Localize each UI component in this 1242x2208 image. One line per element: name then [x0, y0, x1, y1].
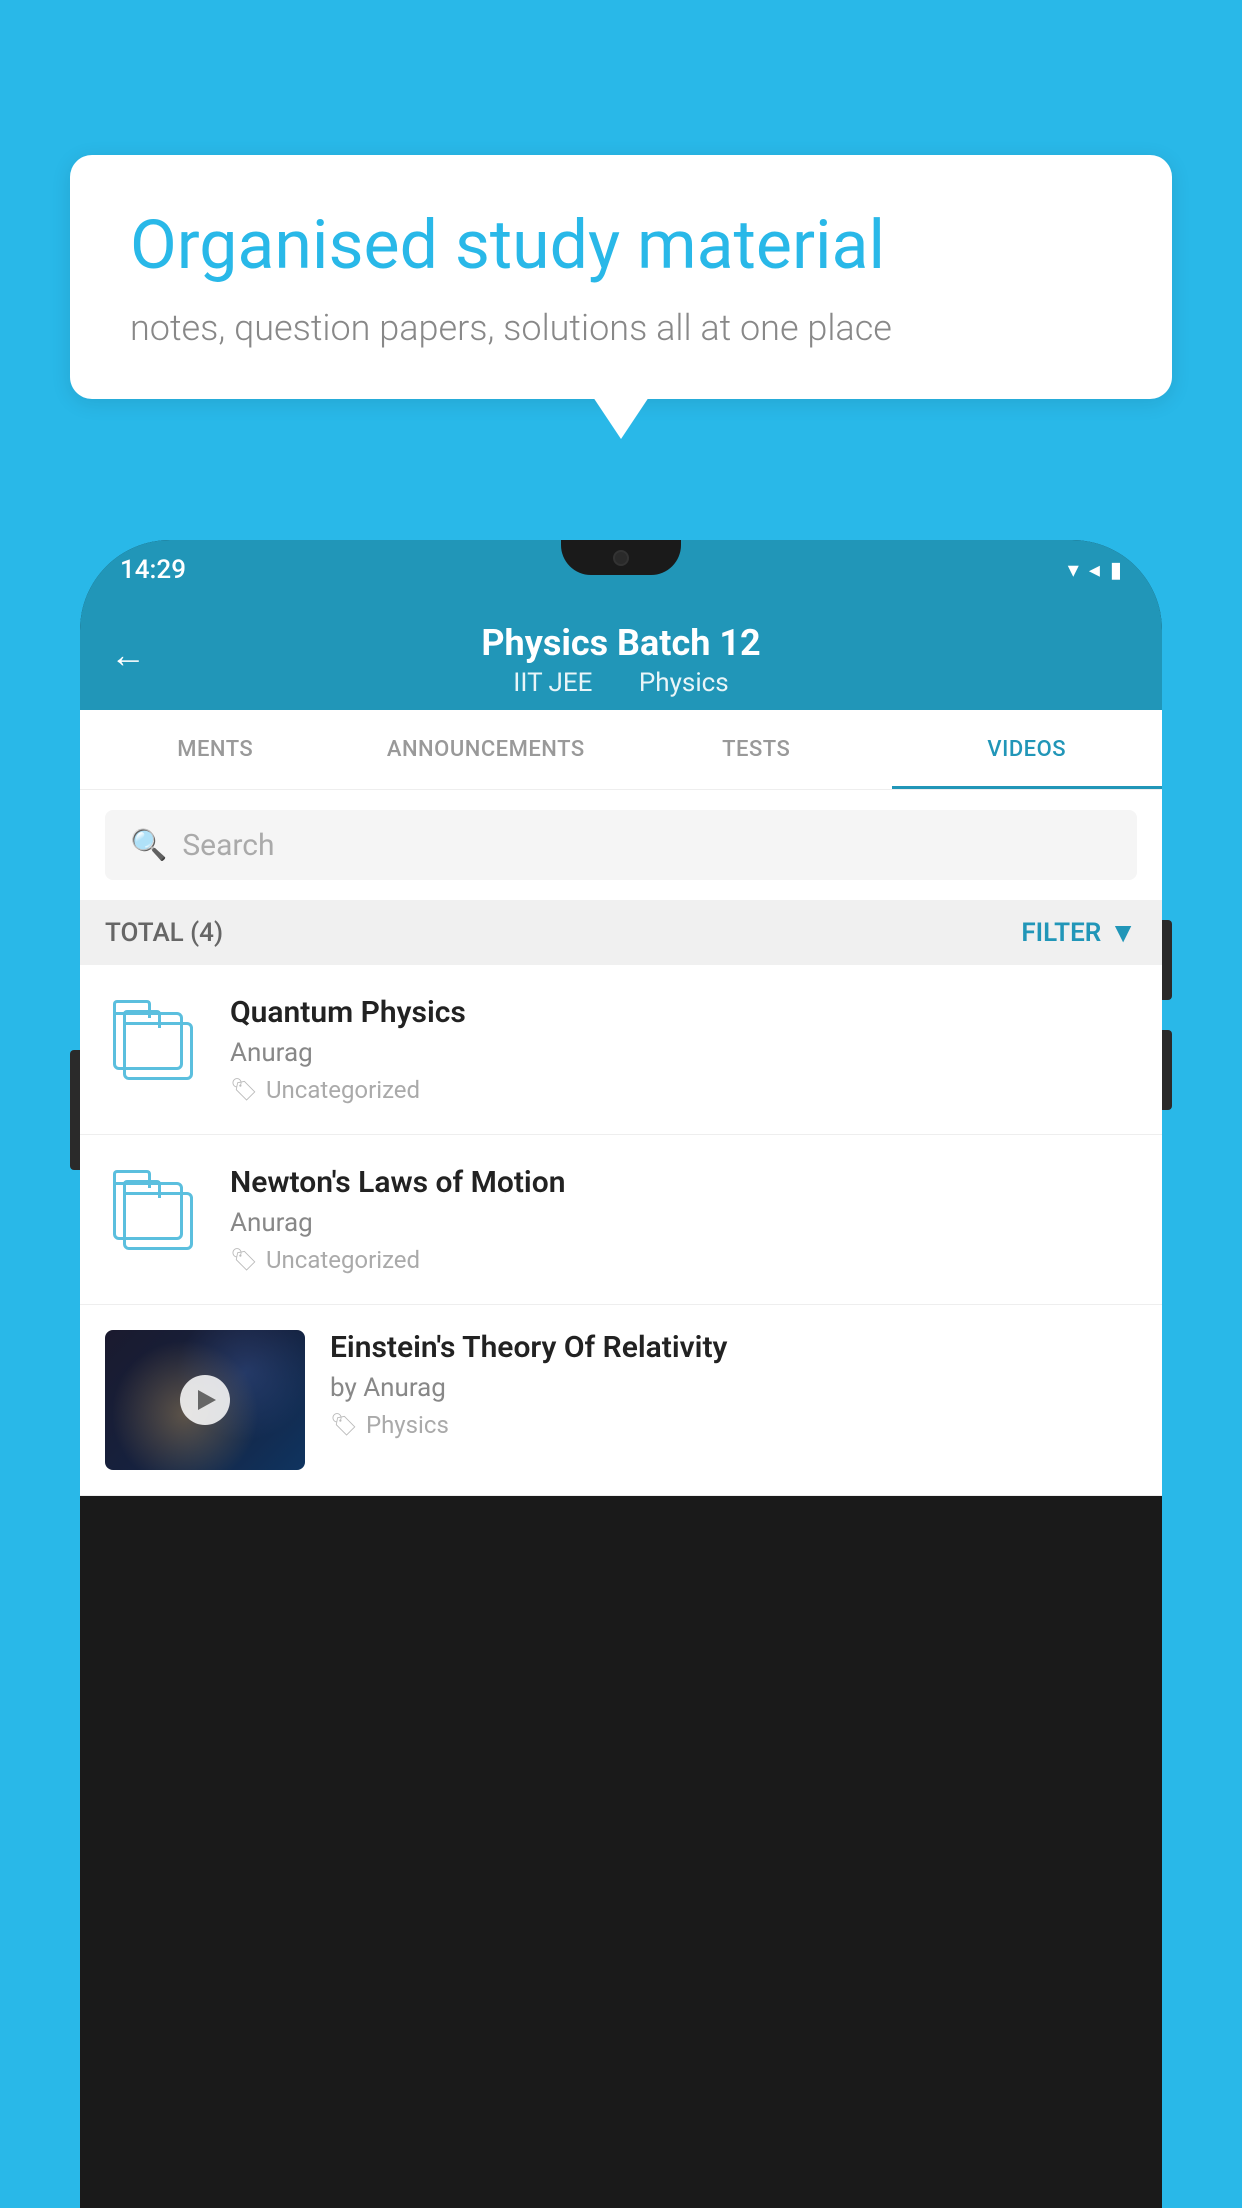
- folder-icon-quantum: [113, 1012, 198, 1087]
- video-item-quantum[interactable]: Quantum Physics Anurag 🏷 Uncategorized: [80, 965, 1162, 1135]
- video-thumbnail-einstein: [105, 1330, 305, 1470]
- video-title-einstein: Einstein's Theory Of Relativity: [330, 1330, 1137, 1365]
- tag-label-einstein: Physics: [366, 1411, 449, 1439]
- status-icons: ▾ ◂ ▮: [1068, 558, 1122, 583]
- video-info-einstein: Einstein's Theory Of Relativity by Anura…: [330, 1330, 1137, 1439]
- tab-announcements[interactable]: ANNOUNCEMENTS: [351, 710, 622, 789]
- tag-icon-newton: 🏷: [230, 1248, 258, 1273]
- video-tag-einstein: 🏷 Physics: [330, 1411, 1137, 1439]
- video-thumb-quantum: [105, 1012, 205, 1087]
- battery-icon: ▮: [1110, 558, 1122, 583]
- search-container: 🔍 Search: [80, 790, 1162, 900]
- folder-icon-newton: [113, 1182, 198, 1257]
- status-time: 14:29: [120, 555, 186, 585]
- search-placeholder: Search: [182, 828, 274, 863]
- filter-icon: ▼: [1109, 916, 1137, 949]
- filter-label: FILTER: [1021, 918, 1101, 948]
- back-button[interactable]: ←: [110, 634, 146, 676]
- filter-bar: TOTAL (4) FILTER ▼: [80, 900, 1162, 965]
- bubble-title: Organised study material: [130, 205, 1112, 287]
- tab-videos[interactable]: VIDEOS: [892, 710, 1163, 789]
- search-icon: 🔍: [130, 828, 167, 863]
- video-item-newton[interactable]: Newton's Laws of Motion Anurag 🏷 Uncateg…: [80, 1135, 1162, 1305]
- play-button-einstein[interactable]: [180, 1375, 230, 1425]
- video-item-einstein[interactable]: Einstein's Theory Of Relativity by Anura…: [80, 1305, 1162, 1496]
- phone-frame: 14:29 ▾ ◂ ▮ ← Physics Batch 12 IIT JEE P…: [80, 540, 1162, 2208]
- video-author-einstein: by Anurag: [330, 1373, 1137, 1403]
- app-bar: ← Physics Batch 12 IIT JEE Physics: [80, 600, 1162, 710]
- video-tag-newton: 🏷 Uncategorized: [230, 1246, 1137, 1274]
- tag-icon-quantum: 🏷: [230, 1078, 258, 1103]
- signal-icon: ◂: [1089, 558, 1100, 583]
- subtitle-iitjee: IIT JEE: [513, 668, 592, 698]
- tag-label-quantum: Uncategorized: [266, 1076, 420, 1104]
- video-tag-quantum: 🏷 Uncategorized: [230, 1076, 1137, 1104]
- video-author-quantum: Anurag: [230, 1038, 1137, 1068]
- camera: [613, 550, 629, 566]
- speech-bubble-container: Organised study material notes, question…: [70, 155, 1172, 399]
- video-author-newton: Anurag: [230, 1208, 1137, 1238]
- video-title-quantum: Quantum Physics: [230, 995, 1137, 1030]
- app-bar-subtitle: IIT JEE Physics: [503, 668, 738, 698]
- video-title-newton: Newton's Laws of Motion: [230, 1165, 1137, 1200]
- bubble-subtitle: notes, question papers, solutions all at…: [130, 307, 1112, 349]
- speech-bubble: Organised study material notes, question…: [70, 155, 1172, 399]
- total-count: TOTAL (4): [105, 918, 223, 948]
- tab-bar: MENTS ANNOUNCEMENTS TESTS VIDEOS: [80, 710, 1162, 790]
- tab-tests[interactable]: TESTS: [621, 710, 892, 789]
- play-icon-einstein: [198, 1390, 216, 1410]
- app-bar-title: Physics Batch 12: [481, 622, 760, 664]
- tag-icon-einstein: 🏷: [330, 1413, 358, 1438]
- subtitle-physics: Physics: [639, 668, 729, 698]
- video-info-quantum: Quantum Physics Anurag 🏷 Uncategorized: [230, 995, 1137, 1104]
- filter-button[interactable]: FILTER ▼: [1021, 916, 1137, 949]
- tab-ments[interactable]: MENTS: [80, 710, 351, 789]
- notch: [561, 540, 681, 575]
- search-input[interactable]: 🔍 Search: [105, 810, 1137, 880]
- tag-label-newton: Uncategorized: [266, 1246, 420, 1274]
- wifi-icon: ▾: [1068, 558, 1079, 583]
- video-thumb-newton: [105, 1182, 205, 1257]
- content-area: Quantum Physics Anurag 🏷 Uncategorized N…: [80, 965, 1162, 1496]
- video-info-newton: Newton's Laws of Motion Anurag 🏷 Uncateg…: [230, 1165, 1137, 1274]
